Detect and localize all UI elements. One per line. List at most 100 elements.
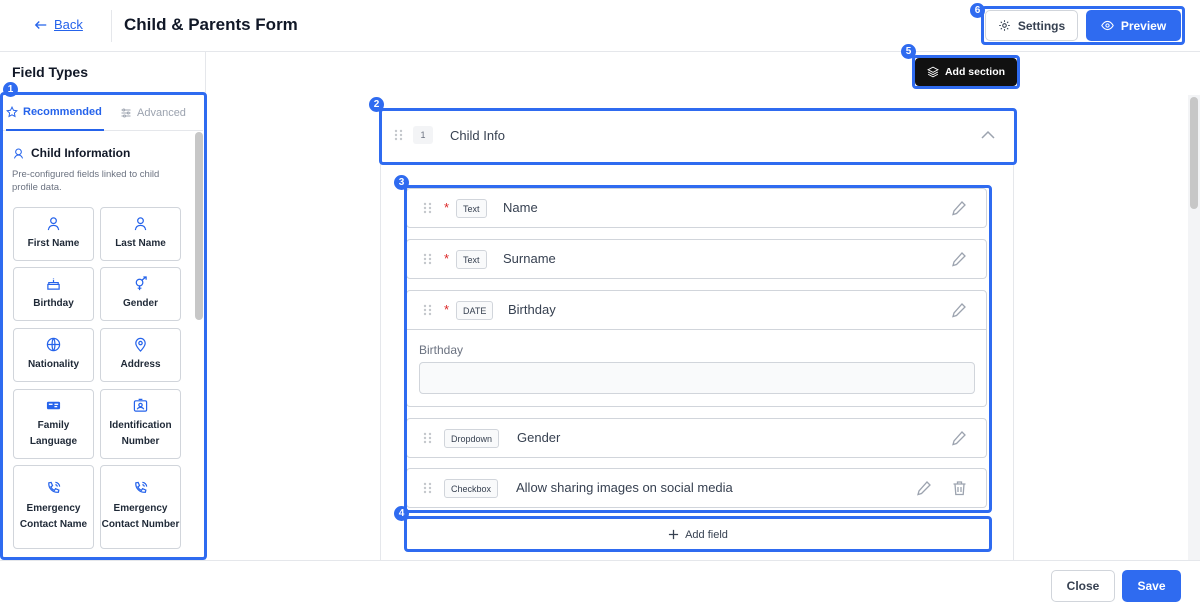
eye-icon [1101, 20, 1114, 31]
card-label: Emergency Contact Number [101, 503, 180, 530]
tab-advanced-label: Advanced [137, 106, 186, 119]
annotation-badge: 3 [394, 175, 409, 190]
top-bar: Back Child & Parents Form Settings Previ… [0, 0, 1200, 52]
required-marker: * [444, 251, 450, 266]
phone-icon [135, 481, 148, 493]
header-divider [111, 10, 112, 42]
back-link[interactable]: Back [34, 17, 83, 32]
card-label: Address [120, 359, 161, 370]
drag-handle-icon[interactable] [423, 482, 432, 494]
field-type-badge: Dropdown [444, 429, 500, 448]
drag-handle-icon[interactable] [423, 253, 432, 265]
card-label: Family Language [29, 420, 78, 447]
person-icon [134, 217, 147, 231]
child-icon [13, 148, 24, 159]
settings-button[interactable]: Settings [985, 10, 1078, 41]
card-label: Nationality [27, 359, 80, 370]
annotation-badge: 4 [394, 506, 409, 521]
child-information-heading: Child Information [12, 146, 130, 160]
globe-icon [46, 337, 61, 352]
page-title: Child & Parents Form [124, 15, 298, 34]
field-label: Name [503, 200, 538, 215]
sliders-icon [121, 108, 131, 117]
field-card-gender[interactable]: Gender [100, 267, 181, 321]
drag-handle-icon[interactable] [394, 129, 403, 141]
sidebar-title: Field Types [12, 64, 88, 80]
save-button[interactable]: Save [1122, 570, 1181, 602]
star-icon [6, 105, 18, 117]
chevron-up-icon[interactable] [980, 129, 996, 141]
field-label: Birthday [508, 302, 556, 317]
card-label: Last Name [115, 238, 166, 249]
field-card-nationality[interactable]: Nationality [13, 328, 94, 382]
required-marker: * [444, 200, 450, 215]
field-label: Allow sharing images on social media [516, 480, 733, 495]
birthday-preview-input[interactable] [419, 362, 975, 394]
field-card-emergency-contact-name[interactable]: Emergency Contact Name [13, 465, 94, 549]
close-button[interactable]: Close [1051, 570, 1115, 602]
language-icon [46, 401, 61, 410]
field-card-identification-number[interactable]: Identification Number [100, 389, 181, 459]
phone-icon [48, 481, 61, 493]
field-row-allow-sharing[interactable]: Checkbox Allow sharing images on social … [406, 468, 987, 508]
pencil-icon[interactable] [951, 200, 967, 216]
canvas-scrollbar-thumb[interactable] [1190, 97, 1198, 209]
tab-advanced[interactable]: Advanced [120, 94, 186, 131]
trash-icon[interactable] [952, 480, 967, 496]
field-card-address[interactable]: Address [100, 328, 181, 382]
field-card-first-name[interactable]: First Name [13, 207, 94, 261]
field-type-badge: Checkbox [444, 479, 499, 498]
field-card-last-name[interactable]: Last Name [100, 207, 181, 261]
tab-recommended-label: Recommended [23, 105, 102, 118]
field-label: Gender [517, 430, 561, 445]
child-information-title: Child Information [31, 146, 131, 160]
pencil-icon[interactable] [916, 480, 932, 496]
annotation-badge: 1 [3, 82, 18, 97]
person-icon [47, 217, 60, 231]
field-type-badge: Text [456, 199, 487, 218]
tab-recommended[interactable]: Recommended [6, 94, 104, 131]
pencil-icon[interactable] [951, 430, 967, 446]
child-information-description: Pre-configured fields linked to child pr… [12, 169, 160, 193]
cake-icon [47, 278, 60, 290]
field-label: Surname [503, 251, 556, 266]
field-row-surname[interactable]: * Text Surname [406, 239, 987, 279]
gear-icon [999, 20, 1010, 31]
drag-handle-icon[interactable] [423, 304, 432, 316]
preview-button[interactable]: Preview [1086, 10, 1181, 41]
layers-icon [927, 66, 939, 78]
add-section-button[interactable]: Add section [915, 58, 1017, 86]
pencil-icon[interactable] [951, 302, 967, 318]
section-number: 1 [413, 126, 433, 144]
sidebar-scrollbar[interactable] [195, 132, 203, 320]
annotation-badge: 6 [970, 3, 985, 18]
field-card-emergency-contact-number[interactable]: Emergency Contact Number [100, 465, 181, 549]
add-field-button[interactable]: Add field [406, 519, 990, 550]
annotation-badge: 5 [901, 44, 916, 59]
field-card-birthday[interactable]: Birthday [13, 267, 94, 321]
pencil-icon[interactable] [951, 251, 967, 267]
required-marker: * [444, 302, 450, 317]
drag-handle-icon[interactable] [423, 432, 432, 444]
arrow-left-icon [34, 20, 47, 29]
map-pin-icon [135, 337, 146, 352]
add-section-label: Add section [944, 66, 1006, 78]
sidebar-tabs: Recommended Advanced [3, 94, 203, 131]
field-card-family-language[interactable]: Family Language [13, 389, 94, 459]
field-row-name[interactable]: * Text Name [406, 188, 987, 228]
settings-label: Settings [1017, 18, 1066, 33]
card-label: Emergency Contact Name [19, 503, 88, 530]
field-row-birthday[interactable]: * DATE Birthday [406, 290, 987, 330]
annotation-badge: 2 [369, 97, 384, 112]
add-field-label: Add field [685, 528, 728, 541]
card-label: Identification Number [109, 420, 172, 447]
plus-icon [669, 529, 679, 540]
drag-handle-icon[interactable] [423, 202, 432, 214]
id-card-icon [133, 398, 148, 412]
field-row-gender[interactable]: Dropdown Gender [406, 418, 987, 458]
section-title: Child Info [450, 128, 505, 143]
gender-icon [135, 276, 147, 291]
field-type-badge: DATE [456, 301, 494, 320]
back-label: Back [54, 17, 83, 32]
card-label: Gender [122, 298, 158, 309]
